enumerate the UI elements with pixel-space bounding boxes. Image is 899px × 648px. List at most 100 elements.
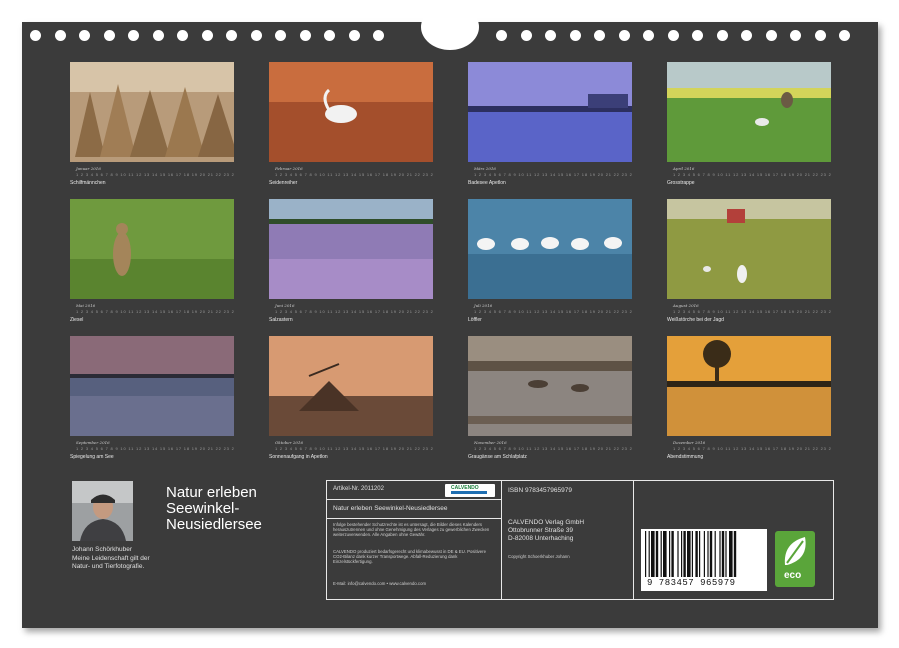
article-row: Artikel-Nr. 2011202 CALVENDO <box>327 481 501 500</box>
binding-hole <box>226 30 237 41</box>
publisher-street: Ottobrunner Straße 39 <box>508 527 574 534</box>
binding-hole <box>30 30 41 41</box>
lake-reflection-photo <box>468 62 632 162</box>
month-label: Januar 2016 <box>76 166 101 171</box>
binding-hole <box>692 30 703 41</box>
binding-hole <box>373 30 384 41</box>
month-label: März 2016 <box>474 166 496 171</box>
binding-hole <box>152 30 164 41</box>
binding-hole <box>324 30 335 41</box>
month-days: 1 2 3 4 5 6 7 8 9 10 11 12 13 14 15 16 1… <box>474 446 632 451</box>
leaf-icon <box>784 537 806 565</box>
eco-label: eco <box>784 570 802 581</box>
article-number: Artikel-Nr. 2011202 <box>333 486 384 492</box>
author-description: Meine Leidenschaft gilt der Natur- und T… <box>72 555 150 570</box>
month-days: 1 2 3 4 5 6 7 8 9 10 11 12 13 14 15 16 1… <box>474 172 632 177</box>
binding-hole <box>569 30 581 41</box>
month-9: September 2016 1 2 3 4 5 6 7 8 9 10 11 12… <box>70 336 234 460</box>
month-caption: Schilfmännchen <box>70 180 106 186</box>
product-title-row: Natur erleben Seewinkel-Neusiedlersee <box>327 500 501 519</box>
month-5: Mai 2016 1 2 3 4 5 6 7 8 9 10 11 12 13 14… <box>70 199 234 323</box>
publisher-name: CALVENDO Verlag GmbH <box>508 519 585 526</box>
binding-hole <box>348 30 360 41</box>
eco-text: CALVENDO produziert bedarfsgerecht und k… <box>333 549 487 564</box>
spoonbill-photo <box>468 199 632 299</box>
legal-text: Infolge bestehender Schutzrechte ist es … <box>333 522 490 537</box>
binding-hole <box>201 30 213 41</box>
storks-photo <box>667 199 831 299</box>
month-label: September 2016 <box>76 440 110 445</box>
month-days: 1 2 3 4 5 6 7 8 9 10 11 12 13 14 15 16 1… <box>275 446 433 451</box>
month-caption: Salzastern <box>269 317 293 323</box>
month-label: Juli 2016 <box>474 303 493 308</box>
month-11: November 2016 1 2 3 4 5 6 7 8 9 10 11 12 … <box>468 336 632 460</box>
binding-hole <box>177 30 188 41</box>
month-days: 1 2 3 4 5 6 7 8 9 10 11 12 13 14 15 16 1… <box>673 446 831 451</box>
binding-hole <box>79 30 90 41</box>
month-4: April 2016 1 2 3 4 5 6 7 8 9 10 11 12 13 … <box>667 62 831 186</box>
binding-hole <box>128 30 139 41</box>
binding-hole <box>594 30 605 41</box>
month-days: 1 2 3 4 5 6 7 8 9 10 11 12 13 14 15 16 1… <box>474 309 632 314</box>
month-12: Dezember 2016 1 2 3 4 5 6 7 8 9 10 11 12 … <box>667 336 831 460</box>
month-label: August 2016 <box>673 303 699 308</box>
month-8: August 2016 1 2 3 4 5 6 7 8 9 10 11 12 13… <box>667 199 831 323</box>
month-days: 1 2 3 4 5 6 7 8 9 10 11 12 13 14 15 16 1… <box>76 446 234 451</box>
barcode: 9 783457 965979 <box>641 529 767 591</box>
product-title: Natur erleben Seewinkel-Neusiedlersee <box>333 505 448 512</box>
month-label: April 2016 <box>673 166 695 171</box>
month-6: Juni 2016 1 2 3 4 5 6 7 8 9 10 11 12 13 1… <box>269 199 433 323</box>
lake-dusk-photo <box>70 336 234 436</box>
barcode-digits: 9 783457 965979 <box>647 578 736 588</box>
binding-hole <box>103 30 115 41</box>
binding-hole <box>250 30 262 41</box>
month-caption: Badesee Apetlon <box>468 180 506 186</box>
ground-squirrel-photo <box>70 199 234 299</box>
contact-text: E-Mail: info@calvendo.com • www.calvendo… <box>333 581 427 586</box>
copyright-text: Copyright Schoerkhuber Johann <box>508 554 570 559</box>
month-caption: Weißstörche bei der Jagd <box>667 317 724 323</box>
great-bustard-photo <box>667 62 831 162</box>
binding-hole <box>299 30 311 41</box>
month-3: März 2016 1 2 3 4 5 6 7 8 9 10 11 12 13 1… <box>468 62 632 186</box>
well-sunrise-photo <box>269 336 433 436</box>
aster-meadow-photo <box>269 199 433 299</box>
calendar-back-cover: Januar 2016 1 2 3 4 5 6 7 8 9 10 11 12 13… <box>22 4 878 628</box>
month-caption: Abendstimmung <box>667 454 704 460</box>
binding-hole <box>643 30 654 41</box>
month-days: 1 2 3 4 5 6 7 8 9 10 11 12 13 14 15 16 1… <box>275 172 433 177</box>
binding-hole <box>667 30 679 41</box>
month-caption: Ziesel <box>70 317 84 323</box>
calendar-title: Natur erleben Seewinkel-Neusiedlersee <box>166 484 262 533</box>
binding-hole <box>716 30 728 41</box>
logo-bar-icon <box>451 491 487 494</box>
reed-stacks-photo <box>70 62 234 162</box>
binding-hole <box>790 30 801 41</box>
binding-hole <box>765 30 777 41</box>
month-caption: Löffler <box>468 317 482 323</box>
month-caption: Grosstrappe <box>667 180 695 186</box>
info-column-product: Artikel-Nr. 2011202 CALVENDO Natur erleb… <box>327 481 502 599</box>
month-label: Juni 2016 <box>275 303 295 308</box>
month-10: Oktober 2016 1 2 3 4 5 6 7 8 9 10 11 12 1… <box>269 336 433 460</box>
binding-hole <box>839 30 850 41</box>
month-days: 1 2 3 4 5 6 7 8 9 10 11 12 13 14 15 16 1… <box>275 309 433 314</box>
binding-hole <box>741 30 752 41</box>
egret-photo <box>269 62 433 162</box>
binding-hole <box>545 30 556 41</box>
eco-badge: eco <box>775 531 815 587</box>
month-days: 1 2 3 4 5 6 7 8 9 10 11 12 13 14 15 16 1… <box>673 309 831 314</box>
month-2: Februar 2016 1 2 3 4 5 6 7 8 9 10 11 12 1… <box>269 62 433 186</box>
author-photo <box>72 481 133 541</box>
binding-hole <box>54 30 66 41</box>
binding-hole <box>496 30 507 41</box>
binding-hole <box>618 30 630 41</box>
info-column-publisher: ISBN 9783457965979 CALVENDO Verlag GmbH … <box>503 481 634 599</box>
month-caption: Sonnenaufgang in Apetlon <box>269 454 328 460</box>
month-days: 1 2 3 4 5 6 7 8 9 10 11 12 13 14 15 16 1… <box>76 172 234 177</box>
tree-sunset-photo <box>667 336 831 436</box>
calvendo-logo: CALVENDO <box>445 484 495 497</box>
author-name: Johann Schörkhuber <box>72 546 132 553</box>
isbn-text: ISBN 9783457965979 <box>508 487 572 494</box>
month-label: Dezember 2016 <box>673 440 706 445</box>
